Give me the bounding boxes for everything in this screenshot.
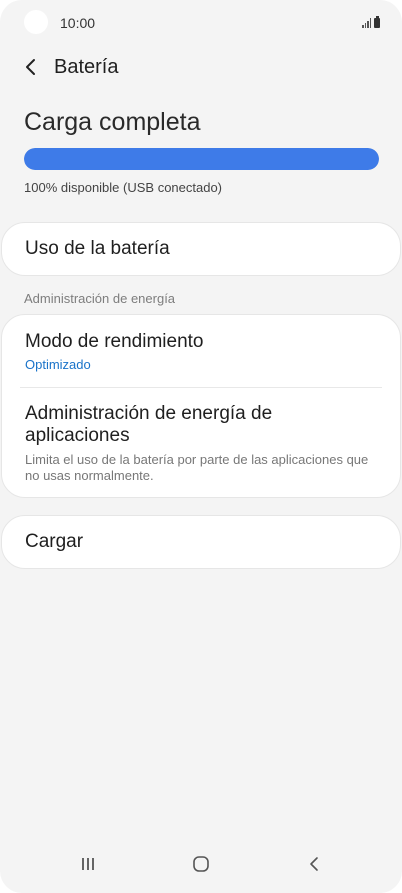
battery-settings-screen: 10:00 Batería Carga completa 100% dispon… xyxy=(0,0,402,893)
status-time: 10:00 xyxy=(60,15,96,31)
power-management-section-label: Administración de energía xyxy=(24,291,176,306)
home-button[interactable] xyxy=(181,849,221,879)
signal-icon xyxy=(362,18,371,28)
performance-mode-item[interactable]: Modo de rendimiento Optimizado xyxy=(25,331,380,372)
back-icon xyxy=(310,857,318,871)
performance-mode-title: Modo de rendimiento xyxy=(25,331,204,352)
camera-cutout xyxy=(24,10,48,34)
divider xyxy=(20,387,382,388)
battery-level-fill xyxy=(24,148,379,170)
battery-usage-label: Uso de la batería xyxy=(25,238,170,259)
performance-mode-value: Optimizado xyxy=(25,357,91,372)
status-icons xyxy=(362,16,380,28)
charge-label: Cargar xyxy=(25,531,84,552)
battery-usage-item[interactable]: Uso de la batería xyxy=(25,223,385,275)
charge-item[interactable]: Cargar xyxy=(25,516,385,568)
battery-usage-card[interactable]: Uso de la batería xyxy=(1,222,401,276)
app-power-management-item[interactable]: Administración de energía de aplicacione… xyxy=(25,403,380,484)
charge-card[interactable]: Cargar xyxy=(1,515,401,569)
page-title: Batería xyxy=(54,55,119,78)
recent-apps-icon xyxy=(82,858,94,870)
status-bar: 10:00 xyxy=(24,10,380,38)
battery-level-bar xyxy=(24,148,379,170)
home-icon xyxy=(193,856,209,872)
app-power-management-description: Limita el uso de la batería por parte de… xyxy=(25,452,369,483)
chevron-left-icon[interactable] xyxy=(20,56,42,78)
charge-status-title: Carga completa xyxy=(24,108,201,136)
header: Batería xyxy=(20,52,118,82)
recent-apps-button[interactable] xyxy=(68,849,108,879)
battery-icon xyxy=(374,16,380,28)
battery-availability-text: 100% disponible (USB conectado) xyxy=(24,180,223,195)
power-management-card: Modo de rendimiento Optimizado Administr… xyxy=(1,314,401,498)
back-button[interactable] xyxy=(294,849,334,879)
app-power-management-title: Administración de energía de aplicacione… xyxy=(25,403,273,446)
navigation-bar xyxy=(0,849,402,879)
